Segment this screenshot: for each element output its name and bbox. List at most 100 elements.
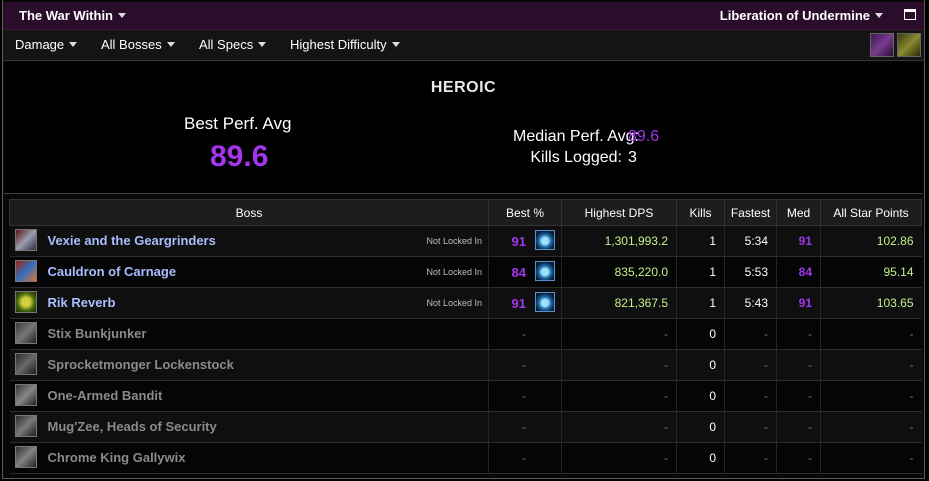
col-header-best[interactable]: Best % [488,199,562,226]
table-header-row: Boss Best % Highest DPS Kills Fastest Me… [9,199,922,226]
best-pct-value: 91 [511,295,526,311]
boss-cell: One-Armed Bandit [9,380,489,412]
title-bar: The War Within Liberation of Undermine [3,2,924,30]
fastest-cell: - [724,442,777,474]
points-cell: 103.65 [820,287,922,319]
median-perf-row: Median Perf. Avg:89.6 [513,128,659,146]
fastest-cell: 5:34 [724,225,777,257]
dps-cell: 835,220.0 [561,256,677,288]
best-pct-cell: 84 [488,256,562,288]
col-header-dps[interactable]: Highest DPS [561,199,677,226]
med-cell: - [776,380,821,412]
frost-spec-icon [535,230,555,250]
fastest-cell: 5:53 [724,256,777,288]
points-cell: - [820,411,922,443]
lock-status: Not Locked In [426,298,482,308]
frost-spec-icon [535,261,555,281]
col-header-boss[interactable]: Boss [9,199,489,226]
kills-cell: 1 [676,225,725,257]
specs-dropdown[interactable]: All Specs [199,37,267,52]
kills-cell: 0 [676,411,725,443]
boss-cell: Stix Bunkjunker [9,318,489,350]
med-cell: - [776,349,821,381]
raid-buff-icon[interactable] [870,33,894,57]
dps-cell: - [561,442,677,474]
table-row[interactable]: Rik Reverb Not Locked In 91 821,367.5 1 … [9,287,922,319]
dps-cell: 821,367.5 [561,287,677,319]
difficulty-label: Highest Difficulty [290,37,387,52]
dps-cell: 1,301,993.2 [561,225,677,257]
med-cell: - [776,318,821,350]
best-pct-cell: - [488,318,562,350]
table-row[interactable]: Stix Bunkjunker - - 0 - - - [9,318,922,350]
expansion-dropdown[interactable]: The War Within [19,8,127,23]
med-cell: - [776,442,821,474]
metric-dropdown[interactable]: Damage [15,37,78,52]
expansion-label: The War Within [19,8,114,23]
boss-portrait-icon [14,322,37,344]
boss-portrait-icon [14,384,37,406]
boss-name-link[interactable]: Vexie and the Geargrinders [48,233,216,248]
table-row[interactable]: Sprocketmonger Lockenstock - - 0 - - - [9,349,922,381]
lock-status: Not Locked In [426,236,482,246]
med-cell: - [776,411,821,443]
boss-name: Sprocketmonger Lockenstock [47,357,234,372]
kills-cell: 1 [676,287,725,319]
best-pct-cell: - [488,380,562,412]
kills-cell: 0 [676,349,725,381]
dps-cell: - [561,411,677,443]
best-pct-value: 84 [511,264,526,280]
boss-cell: Rik Reverb Not Locked In [9,287,489,319]
lock-status: Not Locked In [426,267,482,277]
med-cell: 91 [776,287,821,319]
fastest-cell: - [724,411,777,443]
best-pct-cell: - [488,442,562,474]
chevron-down-icon [69,42,78,48]
chevron-down-icon [118,13,127,19]
median-perf-label: Median Perf. Avg: [513,128,639,145]
dps-cell: - [561,349,677,381]
points-cell: 102.86 [820,225,922,257]
dps-cell: - [561,380,677,412]
kills-cell: 0 [676,318,725,350]
col-header-med[interactable]: Med [776,199,821,226]
metric-label: Damage [15,37,65,52]
col-header-fastest[interactable]: Fastest [724,199,777,226]
boss-name: One-Armed Bandit [47,388,163,403]
key-icon[interactable] [897,33,921,57]
col-header-kills[interactable]: Kills [676,199,725,226]
boss-cell: Cauldron of Carnage Not Locked In [9,256,489,288]
boss-cell: Chrome King Gallywix [9,442,489,474]
boss-name-link[interactable]: Cauldron of Carnage [48,264,177,279]
difficulty-dropdown[interactable]: Highest Difficulty [290,37,400,52]
fastest-cell: - [724,380,777,412]
dps-cell: - [561,318,677,350]
med-cell: 84 [776,256,821,288]
points-cell: - [820,442,922,474]
fastest-cell: 5:43 [724,287,777,319]
frost-spec-icon [535,292,555,312]
bosses-dropdown[interactable]: All Bosses [101,37,175,52]
boss-name-link[interactable]: Rik Reverb [48,295,116,310]
median-perf-value: 89.6 [628,128,660,145]
maximize-icon[interactable] [904,9,916,20]
chevron-down-icon [166,42,175,48]
difficulty-heading: HEROIC [430,79,497,96]
kills-cell: 1 [676,256,725,288]
table-row[interactable]: One-Armed Bandit - - 0 - - - [9,380,922,412]
chevron-down-icon [875,13,883,19]
points-cell: - [820,380,922,412]
table-row[interactable]: Cauldron of Carnage Not Locked In 84 835… [9,256,922,288]
kills-cell: 0 [676,442,725,474]
raid-label: Liberation of Undermine [719,8,870,23]
col-header-points[interactable]: All Star Points [820,199,922,226]
table-row[interactable]: Vexie and the Geargrinders Not Locked In… [9,225,922,257]
points-cell: - [820,318,922,350]
raid-dropdown[interactable]: Liberation of Undermine [720,8,883,23]
table-row[interactable]: Mug'Zee, Heads of Security - - 0 - - - [9,411,922,443]
kills-cell: 0 [676,380,725,412]
boss-portrait-icon [14,415,37,437]
kills-logged-value: 3 [628,149,637,166]
table-row[interactable]: Chrome King Gallywix - - 0 - - - [9,442,922,474]
kills-logged-row: Kills Logged: 3 [513,149,637,167]
